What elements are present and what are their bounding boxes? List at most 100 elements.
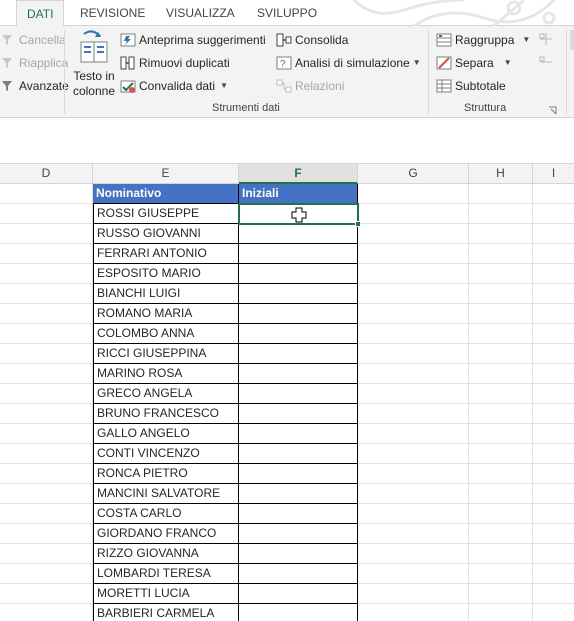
table-row-initials-cell[interactable] (239, 444, 358, 464)
remove-duplicates-icon (120, 55, 136, 71)
table-row-initials-cell[interactable] (239, 544, 358, 564)
chevron-down-icon: ▼ (503, 58, 512, 67)
table-row-name-cell[interactable]: RIZZO GIOVANNA (93, 544, 239, 564)
table-row-name-cell[interactable]: GIORDANO FRANCO (93, 524, 239, 544)
ribbon-separator (428, 30, 429, 114)
cancella-button[interactable]: Cancella (0, 30, 66, 50)
table-row-name-cell[interactable]: GALLO ANGELO (93, 424, 239, 444)
table-row-initials-cell[interactable] (239, 424, 358, 444)
table-row-name-cell[interactable]: COSTA CARLO (93, 504, 239, 524)
analisi-simulazione-button[interactable]: ? Analisi di simulazione ▼ (276, 53, 421, 73)
show-detail-icon[interactable] (538, 32, 554, 49)
table-row-name-cell[interactable]: CONTI VINCENZO (93, 444, 239, 464)
column-header-i[interactable]: I (533, 164, 574, 184)
table-row-initials-cell[interactable] (239, 404, 358, 424)
table-row-name-cell[interactable]: BARBIERI CARMELA (93, 604, 239, 621)
table-row-initials-cell[interactable] (239, 344, 358, 364)
tab-revisione[interactable]: REVISIONE (70, 0, 155, 26)
cell-cursor-icon (291, 207, 307, 223)
ribbon-separator (64, 30, 65, 114)
convalida-dati-button[interactable]: Convalida dati ▼ (120, 76, 228, 96)
column-header-g[interactable]: G (358, 164, 469, 184)
next-group-icon[interactable] (570, 30, 574, 50)
chevron-down-icon: ▼ (220, 81, 228, 90)
relationships-icon (276, 78, 292, 94)
fill-handle[interactable] (355, 221, 361, 227)
table-row-name-cell[interactable]: BIANCHI LUIGI (93, 284, 239, 304)
table-row-name-cell[interactable]: ESPOSITO MARIO (93, 264, 239, 284)
column-header-f[interactable]: F (239, 164, 358, 184)
data-validation-icon (120, 78, 136, 94)
table-row-initials-cell[interactable] (239, 224, 358, 244)
table-row-initials-cell[interactable] (239, 384, 358, 404)
table-row-initials-cell[interactable] (239, 304, 358, 324)
table-row-name-cell[interactable]: RICCI GIUSEPPINA (93, 344, 239, 364)
subtotale-button[interactable]: Subtotale (436, 76, 506, 96)
table-row-initials-cell[interactable] (239, 484, 358, 504)
header-cell-iniziali[interactable]: Iniziali (239, 184, 358, 204)
funnel-reapply-icon (0, 55, 16, 71)
circuit-decoration-icon (352, 0, 556, 26)
table-row-name-cell[interactable]: COLOMBO ANNA (93, 324, 239, 344)
chevron-down-icon: ▼ (522, 35, 531, 44)
separa-button[interactable]: Separa ▼ (436, 53, 512, 73)
testo-in-colonne-label-2: colonne (72, 84, 116, 98)
table-row-name-cell[interactable]: MORETTI LUCIA (93, 584, 239, 604)
funnel-advanced-icon (0, 78, 16, 94)
table-row-initials-cell[interactable] (239, 524, 358, 544)
consolida-button[interactable]: Consolida (276, 30, 348, 50)
what-if-analysis-icon: ? (276, 55, 292, 71)
relazioni-button[interactable]: Relazioni (276, 76, 344, 96)
column-header-d[interactable]: D (0, 164, 93, 184)
tab-dati[interactable]: DATI (16, 0, 65, 27)
table-row-initials-cell[interactable] (239, 604, 358, 621)
group-label-strumenti-dati: Strumenti dati (212, 102, 280, 114)
column-header-h[interactable]: H (469, 164, 533, 184)
header-cell-nominativo[interactable]: Nominativo (93, 184, 239, 204)
table-row-name-cell[interactable]: BRUNO FRANCESCO (93, 404, 239, 424)
testo-in-colonne-label-1: Testo in (73, 69, 115, 83)
subtotal-icon (436, 78, 452, 94)
funnel-clear-icon (0, 32, 16, 48)
text-to-columns-icon (80, 30, 108, 63)
table-row-initials-cell[interactable] (239, 284, 358, 304)
riapplica-button[interactable]: Riapplica (0, 53, 68, 73)
table-row-name-cell[interactable]: RONCA PIETRO (93, 464, 239, 484)
formula-area (0, 118, 574, 164)
rimuovi-duplicati-button[interactable]: Rimuovi duplicati (120, 53, 230, 73)
dialog-launcher-icon[interactable] (548, 104, 557, 118)
table-row-name-cell[interactable]: GRECO ANGELA (93, 384, 239, 404)
tab-visualizza[interactable]: VISUALIZZA (156, 0, 245, 26)
table-row-initials-cell[interactable] (239, 584, 358, 604)
table-row-name-cell[interactable]: MARINO ROSA (93, 364, 239, 384)
table-row-name-cell[interactable]: FERRARI ANTONIO (93, 244, 239, 264)
table-row-initials-cell[interactable] (239, 504, 358, 524)
raggruppa-button[interactable]: Raggruppa ▼ (436, 30, 530, 50)
avanzate-button[interactable]: Avanzate (0, 76, 69, 96)
table-row-name-cell[interactable]: ROSSI GIUSEPPE (93, 204, 239, 224)
group-icon (436, 32, 452, 48)
hide-detail-icon[interactable] (538, 55, 554, 72)
table-row-initials-cell[interactable] (239, 364, 358, 384)
consolidate-icon (276, 32, 292, 48)
table-row-name-cell[interactable]: RUSSO GIOVANNI (93, 224, 239, 244)
table-row-initials-cell[interactable] (239, 324, 358, 344)
anteprima-suggerimenti-button[interactable]: Anteprima suggerimenti (120, 30, 266, 50)
group-label-struttura: Struttura (464, 102, 507, 114)
ungroup-icon (436, 55, 452, 71)
table-row-name-cell[interactable]: ROMANO MARIA (93, 304, 239, 324)
table-row-name-cell[interactable]: MANCINI SALVATORE (93, 484, 239, 504)
chevron-down-icon: ▼ (412, 58, 421, 67)
ribbon-tab-bar: DATI REVISIONE VISUALIZZA SVILUPPO (0, 0, 574, 27)
table-row-initials-cell[interactable] (239, 564, 358, 584)
table-row-initials-cell[interactable] (239, 244, 358, 264)
table-row-initials-cell[interactable] (239, 464, 358, 484)
ribbon-panel: Cancella Riapplica Avanzate Testo in col… (0, 26, 574, 118)
table-row-initials-cell[interactable] (239, 264, 358, 284)
table-row-name-cell[interactable]: LOMBARDI TERESA (93, 564, 239, 584)
column-header-e[interactable]: E (93, 164, 239, 184)
flash-fill-icon (120, 32, 136, 48)
testo-in-colonne-button[interactable]: Testo in colonne (68, 30, 120, 100)
ribbon-separator (566, 30, 567, 114)
svg-text:?: ? (280, 59, 286, 70)
